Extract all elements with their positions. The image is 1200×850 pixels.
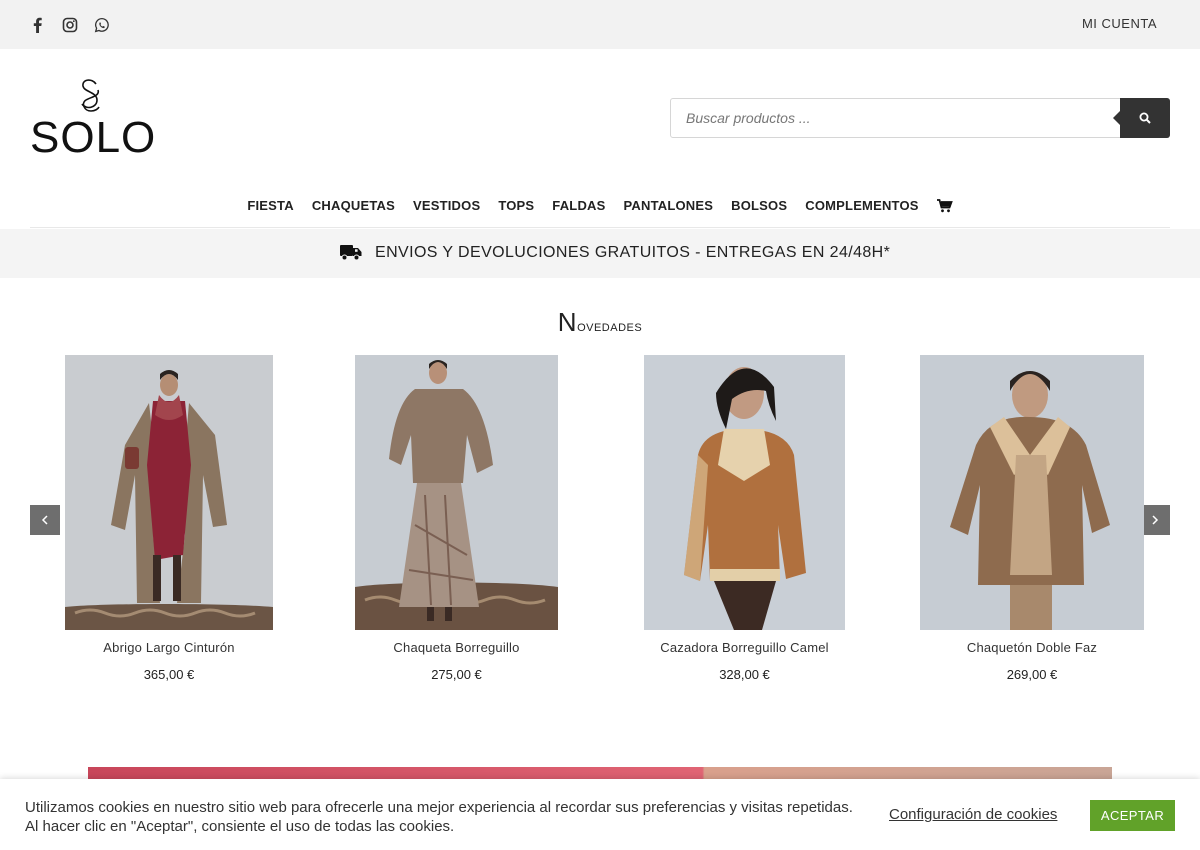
nav-item-faldas[interactable]: FALDAS bbox=[552, 193, 605, 219]
search-icon bbox=[1139, 112, 1151, 124]
truck-icon bbox=[340, 245, 362, 261]
product-image[interactable] bbox=[65, 355, 273, 630]
product-image[interactable] bbox=[355, 355, 558, 630]
cookie-consent-text: Utilizamos cookies en nuestro sitio web … bbox=[25, 799, 853, 835]
section-title-rest: ovedades bbox=[577, 318, 643, 335]
top-bar: MI CUENTA bbox=[0, 0, 1200, 49]
shipping-banner: ENVIOS Y DEVOLUCIONES GRATUITOS - ENTREG… bbox=[0, 229, 1200, 278]
product-image[interactable] bbox=[644, 355, 845, 630]
product-search bbox=[670, 98, 1170, 138]
facebook-icon[interactable] bbox=[30, 17, 46, 33]
product-price: 328,00 € bbox=[719, 667, 770, 682]
search-input[interactable] bbox=[671, 99, 1119, 137]
product-image[interactable] bbox=[920, 355, 1144, 630]
nav-item-tops[interactable]: TOPS bbox=[498, 193, 534, 219]
product-name[interactable]: Abrigo Largo Cinturón bbox=[65, 640, 273, 655]
product-price: 365,00 € bbox=[143, 667, 195, 682]
search-button[interactable] bbox=[1113, 98, 1170, 138]
nav-item-chaquetas[interactable]: CHAQUETAS bbox=[312, 193, 395, 219]
chevron-left-icon bbox=[41, 515, 48, 525]
carousel-next-button[interactable] bbox=[1140, 505, 1170, 535]
chevron-right-icon bbox=[1152, 515, 1159, 525]
whatsapp-icon[interactable] bbox=[94, 17, 110, 33]
accept-cookies-button[interactable]: ACEPTAR bbox=[1090, 800, 1175, 831]
cookie-consent-bar: Utilizamos cookies en nuestro sitio web … bbox=[0, 779, 1200, 850]
product-name[interactable]: Chaquetón Doble Faz bbox=[920, 640, 1144, 655]
site-logo[interactable]: SOLO bbox=[30, 78, 157, 162]
shipping-banner-text: ENVIOS Y DEVOLUCIONES GRATUITOS - ENTREG… bbox=[375, 244, 891, 261]
nav-item-bolsos[interactable]: BOLSOS bbox=[731, 193, 787, 219]
main-nav: FIESTA CHAQUETAS VESTIDOS TOPS FALDAS PANTALO… bbox=[30, 193, 1170, 228]
logo-text: SOLO bbox=[30, 113, 157, 162]
section-title: Novedades bbox=[0, 307, 1200, 338]
my-account-link[interactable]: MI CUENTA bbox=[1082, 16, 1157, 31]
product-price: 275,00 € bbox=[431, 667, 482, 682]
product-name[interactable]: Cazadora Borreguillo Camel bbox=[644, 640, 845, 655]
cookie-settings-link[interactable]: Configuración de cookies bbox=[889, 806, 1057, 823]
product-price: 269,00 € bbox=[1006, 667, 1058, 682]
nav-item-pantalones[interactable]: PANTALONES bbox=[624, 193, 714, 219]
carousel-prev-button[interactable] bbox=[30, 505, 60, 535]
cart-icon[interactable] bbox=[936, 199, 953, 213]
nav-item-vestidos[interactable]: VESTIDOS bbox=[413, 193, 480, 219]
logo-monogram-icon bbox=[81, 79, 100, 112]
nav-item-fiesta[interactable]: FIESTA bbox=[247, 193, 293, 219]
nav-item-complementos[interactable]: COMPLEMENTOS bbox=[805, 193, 918, 219]
product-name[interactable]: Chaqueta Borreguillo bbox=[355, 640, 558, 655]
instagram-icon[interactable] bbox=[62, 17, 78, 33]
section-title-initial: N bbox=[557, 307, 578, 337]
